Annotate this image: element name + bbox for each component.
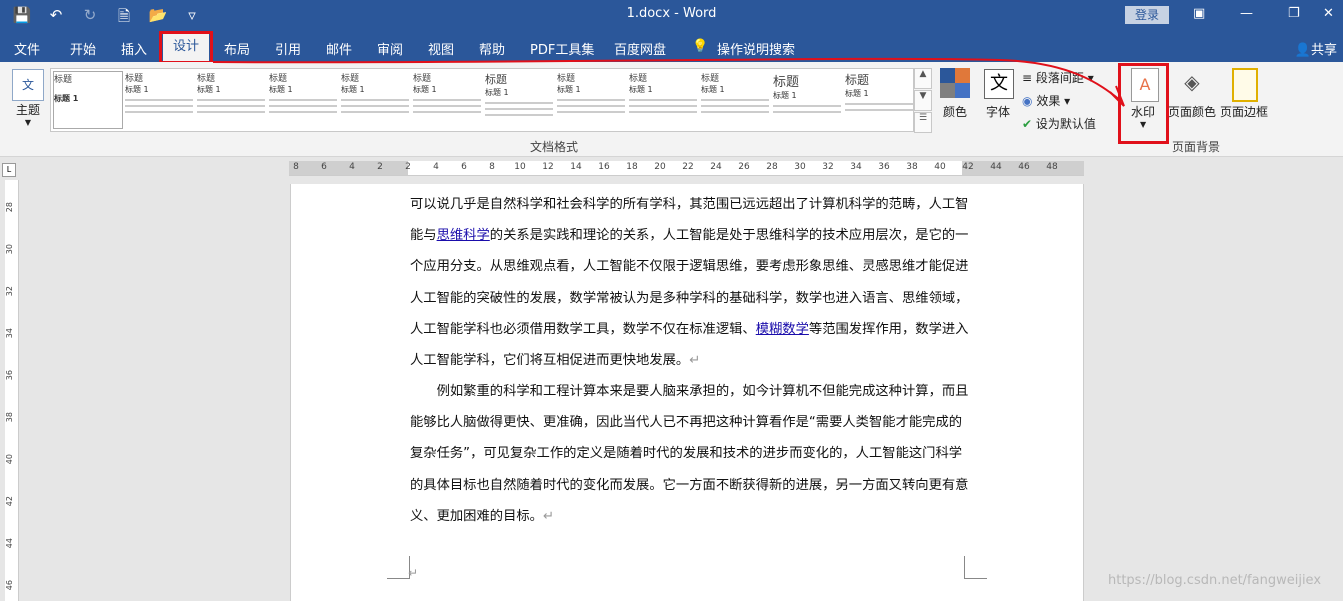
ruler-tick: 34 bbox=[5, 328, 14, 339]
tab-selector[interactable]: L bbox=[2, 163, 16, 177]
ruler-tick: 46 bbox=[1018, 162, 1030, 172]
ruler-tick: 40 bbox=[5, 454, 14, 465]
ruler-tick: 20 bbox=[654, 162, 666, 172]
ruler-tick: 16 bbox=[598, 162, 610, 172]
ruler-tick: 2 bbox=[405, 162, 411, 172]
document-page[interactable]: 可以说几乎是自然科学和社会科学的所有学科，其范围已远远超出了计算机科学的范畴，人… bbox=[290, 184, 1084, 601]
ruler-tick: 22 bbox=[682, 162, 694, 172]
paragraph-mark: ↵ bbox=[689, 353, 701, 369]
ruler-tick: 36 bbox=[878, 162, 890, 172]
ruler-tick: 8 bbox=[293, 162, 299, 172]
paragraph-2: 例如繁重的科学和工程计算本来是要人脑来承担的，如今计算机不但能完成这种计算，而且… bbox=[410, 384, 969, 524]
ruler-tick: 4 bbox=[433, 162, 439, 172]
ruler-tick: 6 bbox=[321, 162, 327, 172]
ruler-tick: 12 bbox=[542, 162, 554, 172]
crop-mark bbox=[964, 556, 987, 579]
ruler-tick: 40 bbox=[934, 162, 946, 172]
vertical-ruler[interactable]: 28 30 32 34 36 38 40 42 44 46 bbox=[5, 180, 19, 601]
ruler-tick: 38 bbox=[906, 162, 918, 172]
ruler-tick: 28 bbox=[5, 202, 14, 213]
horizontal-ruler[interactable]: 8 6 4 2 2 4 6 8 10 12 14 16 18 20 22 24 26 28 30 32 34 36 38 40… bbox=[289, 161, 1084, 176]
ruler-tick: 44 bbox=[990, 162, 1002, 172]
ruler-tick: 34 bbox=[850, 162, 862, 172]
ruler-tick: 32 bbox=[822, 162, 834, 172]
paragraph-mark: ↵ bbox=[408, 566, 419, 580]
ruler-tick: 30 bbox=[5, 244, 14, 255]
ruler-tick: 38 bbox=[5, 412, 14, 423]
link-thinking-science[interactable]: 思维科学 bbox=[437, 228, 490, 243]
ruler-tick: 42 bbox=[5, 496, 14, 507]
ruler-tick: 6 bbox=[461, 162, 467, 172]
paragraph-1: 可以说几乎是自然科学和社会科学的所有学科，其范围已远远超出了计算机科学的范畴，人… bbox=[410, 197, 969, 369]
ruler-tick: 14 bbox=[570, 162, 582, 172]
ruler-tick: 10 bbox=[514, 162, 526, 172]
ruler-tick: 36 bbox=[5, 370, 14, 381]
crop-mark bbox=[387, 556, 410, 579]
ruler-tick: 48 bbox=[1046, 162, 1058, 172]
ruler-tick: 32 bbox=[5, 286, 14, 297]
ruler-tick: 30 bbox=[794, 162, 806, 172]
paragraph-mark: ↵ bbox=[542, 508, 555, 524]
ruler-tick: 4 bbox=[349, 162, 355, 172]
ruler-tick: 18 bbox=[626, 162, 638, 172]
ruler-tick: 44 bbox=[5, 538, 14, 549]
ruler-tick: 26 bbox=[738, 162, 750, 172]
source-watermark: https://blog.csdn.net/fangweijiex bbox=[1108, 573, 1322, 588]
ruler-tick: 28 bbox=[766, 162, 778, 172]
ruler-tick: 42 bbox=[962, 162, 974, 172]
ruler-tick: 24 bbox=[710, 162, 722, 172]
ruler-tick: 2 bbox=[377, 162, 383, 172]
ruler-tick: 8 bbox=[489, 162, 495, 172]
link-fuzzy-math[interactable]: 模糊数学 bbox=[756, 322, 809, 337]
ruler-tick: 46 bbox=[5, 580, 14, 591]
